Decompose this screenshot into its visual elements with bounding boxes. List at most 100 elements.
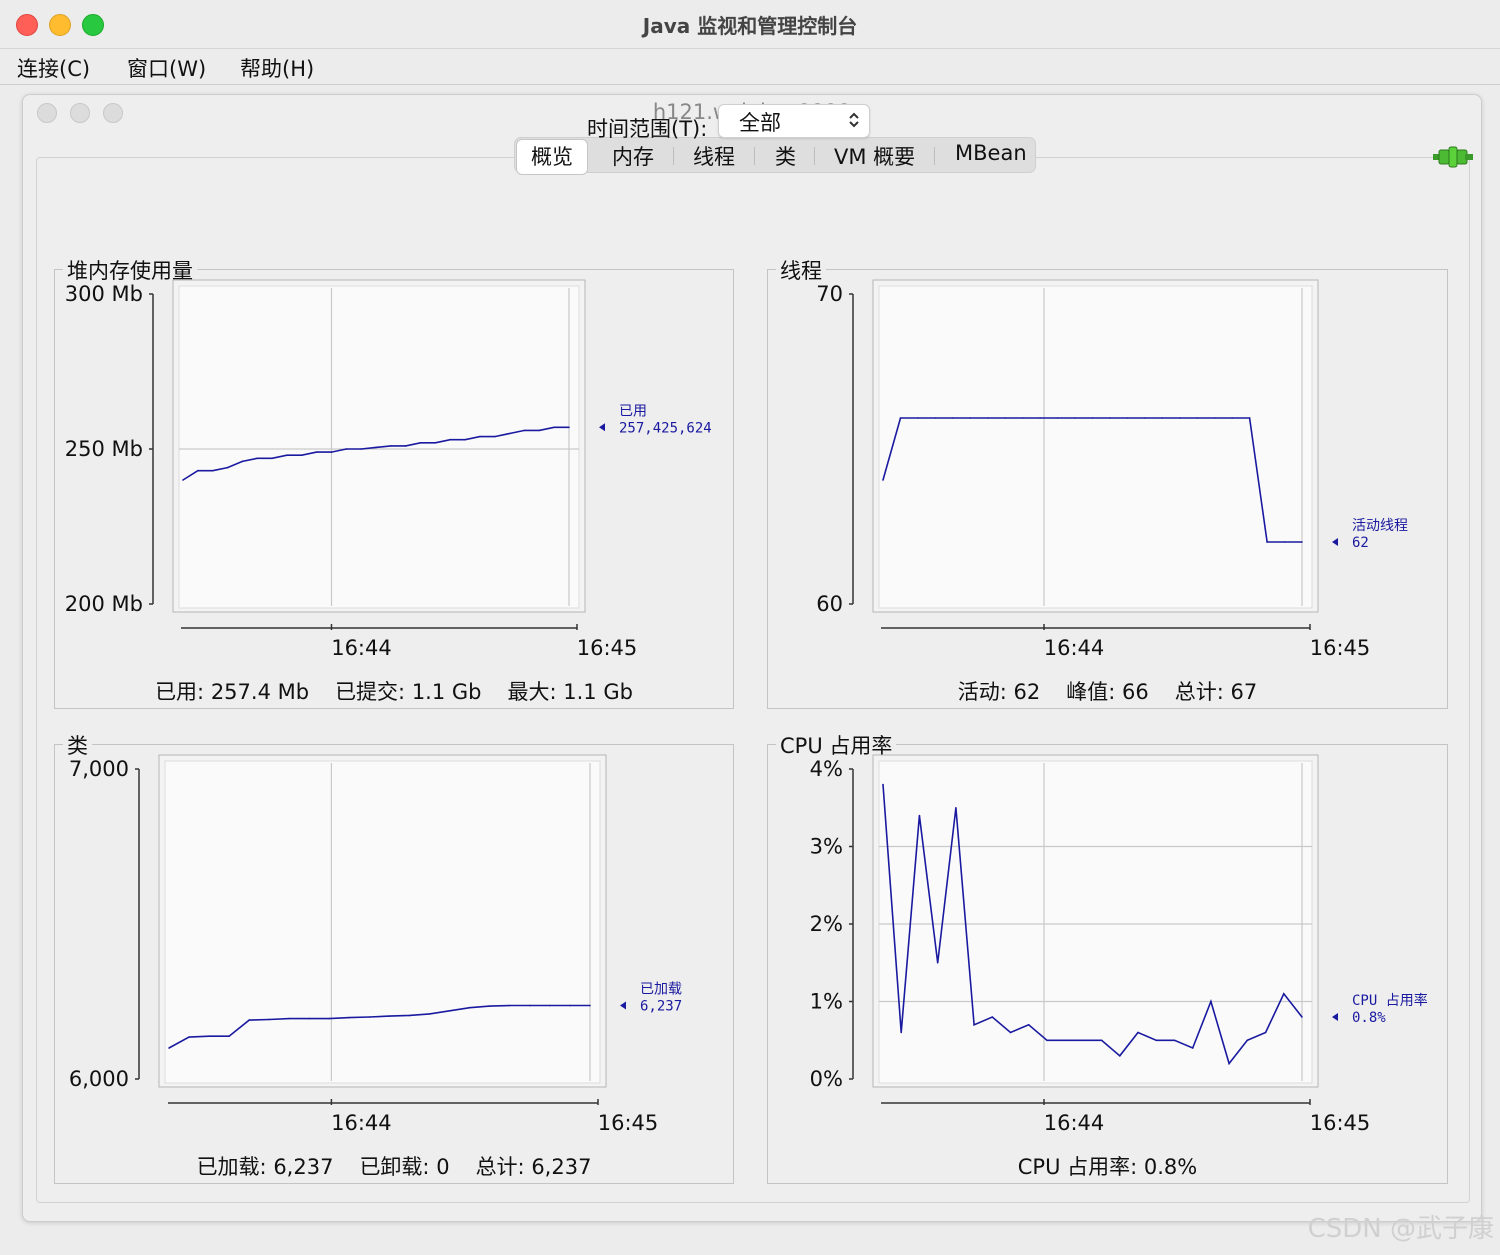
data-point: [345, 448, 348, 450]
data-point: [1082, 1039, 1085, 1042]
data-point: [1228, 1062, 1230, 1065]
tab-separator: [754, 147, 755, 165]
data-point: [434, 442, 437, 444]
data-point: [986, 417, 989, 419]
time-range-value: 全部: [739, 111, 781, 135]
tab-mbean[interactable]: MBean: [955, 141, 1027, 165]
x-tick-label: 16:45: [1310, 636, 1371, 660]
data-point: [390, 445, 392, 447]
cpu-usage-panel: CPU 占用率 4% 3% 2% 1% 0% 16:44 16:45 CPU 占用率 0.8% …: [767, 730, 1448, 1184]
data-point: [1144, 417, 1146, 419]
data-point: [549, 1004, 551, 1007]
data-point: [241, 460, 244, 463]
legend-series-name: 活动线程: [1352, 518, 1408, 534]
data-point: [523, 429, 526, 432]
heap-summary: 已用: 257.4 Mb 已提交: 1.1 Gb 最大: 1.1 Gb: [55, 676, 733, 706]
tab-separator: [673, 147, 674, 165]
data-point: [991, 1016, 994, 1018]
tab-separator: [814, 147, 815, 165]
data-point: [368, 1016, 371, 1018]
tab-classes[interactable]: 类: [775, 141, 796, 171]
data-point: [918, 814, 921, 817]
data-point: [1009, 1031, 1012, 1034]
data-point: [449, 438, 452, 441]
data-point: [404, 445, 407, 447]
legend-series-name: 已用: [619, 403, 647, 419]
summary-item: 已加载: 6,237: [196, 1155, 334, 1179]
legend-series-value: 6,237: [640, 999, 682, 1015]
data-point: [529, 1004, 531, 1007]
x-tick-label: 16:45: [598, 1111, 659, 1135]
data-point: [1091, 417, 1094, 419]
data-point: [388, 1015, 391, 1017]
data-point: [226, 466, 229, 469]
data-point: [569, 1004, 571, 1007]
data-point: [1161, 417, 1164, 419]
data-point: [1004, 417, 1007, 419]
data-point: [589, 1004, 591, 1007]
data-point: [1246, 1039, 1249, 1042]
data-point: [538, 429, 541, 432]
chevron-up-down-icon: [849, 112, 859, 128]
data-point: [211, 469, 214, 472]
data-point: [168, 1047, 170, 1049]
legend-series-value: 257,425,624: [619, 420, 712, 436]
data-point: [1119, 1054, 1121, 1057]
data-point: [315, 451, 318, 453]
tab-overview[interactable]: 概览: [516, 139, 588, 175]
data-point: [428, 1013, 431, 1015]
summary-item: CPU 占用率: 0.8%: [1017, 1155, 1198, 1179]
data-point: [268, 1018, 271, 1021]
data-point: [1074, 417, 1076, 419]
data-point: [508, 432, 511, 435]
data-point: [330, 451, 333, 453]
data-point: [182, 479, 184, 481]
data-point: [917, 417, 919, 419]
data-point: [271, 457, 273, 460]
legend-series-value: 0.8%: [1352, 1010, 1386, 1026]
data-point: [448, 1010, 451, 1012]
y-tick-label: 250 Mb: [65, 437, 143, 461]
tab-separator: [934, 147, 935, 165]
data-point: [286, 454, 288, 456]
data-point: [1021, 417, 1024, 419]
data-point: [934, 417, 937, 419]
data-point: [300, 454, 303, 456]
menu-connection[interactable]: 连接(C): [17, 53, 90, 83]
y-tick-label: 3%: [810, 835, 843, 859]
data-point: [1046, 1039, 1048, 1042]
tab-memory[interactable]: 内存: [612, 141, 654, 171]
time-range-select[interactable]: 全部: [718, 104, 870, 138]
data-point: [1155, 1039, 1158, 1042]
y-tick-label: 2%: [810, 912, 843, 936]
data-point: [328, 1017, 331, 1020]
tab-vm-summary[interactable]: VM 概要: [834, 141, 915, 171]
data-point: [1282, 992, 1285, 995]
data-point: [1056, 417, 1059, 419]
data-point: [1109, 417, 1111, 419]
data-point: [228, 1035, 230, 1038]
connection-status-icon[interactable]: [1433, 144, 1473, 170]
data-point: [936, 961, 939, 964]
data-point: [464, 438, 466, 441]
data-point: [197, 469, 199, 472]
threads-panel: 线程 70 60 16:44 16:45 活动线程 62 活动: 62 峰值: 66 总计: …: [767, 255, 1448, 709]
data-point: [493, 435, 496, 438]
summary-item: 总计: 67: [1174, 680, 1258, 704]
watermark: CSDN @武子康: [1307, 1214, 1494, 1244]
data-point: [1137, 1031, 1139, 1034]
data-point: [900, 1031, 903, 1034]
data-point: [1196, 417, 1199, 419]
legend-marker: [1332, 538, 1338, 546]
data-point: [955, 806, 957, 809]
tab-threads[interactable]: 线程: [693, 141, 735, 171]
menu-help[interactable]: 帮助(H): [240, 53, 314, 83]
data-point: [568, 426, 570, 429]
menu-window[interactable]: 窗口(W): [127, 53, 206, 83]
data-point: [1027, 1023, 1030, 1026]
legend-marker: [620, 1001, 626, 1010]
plot-area: [878, 760, 1313, 1084]
menu-bar: 连接(C) 窗口(W) 帮助(H): [0, 49, 1500, 85]
data-point: [248, 1019, 250, 1021]
data-point: [1266, 541, 1268, 543]
